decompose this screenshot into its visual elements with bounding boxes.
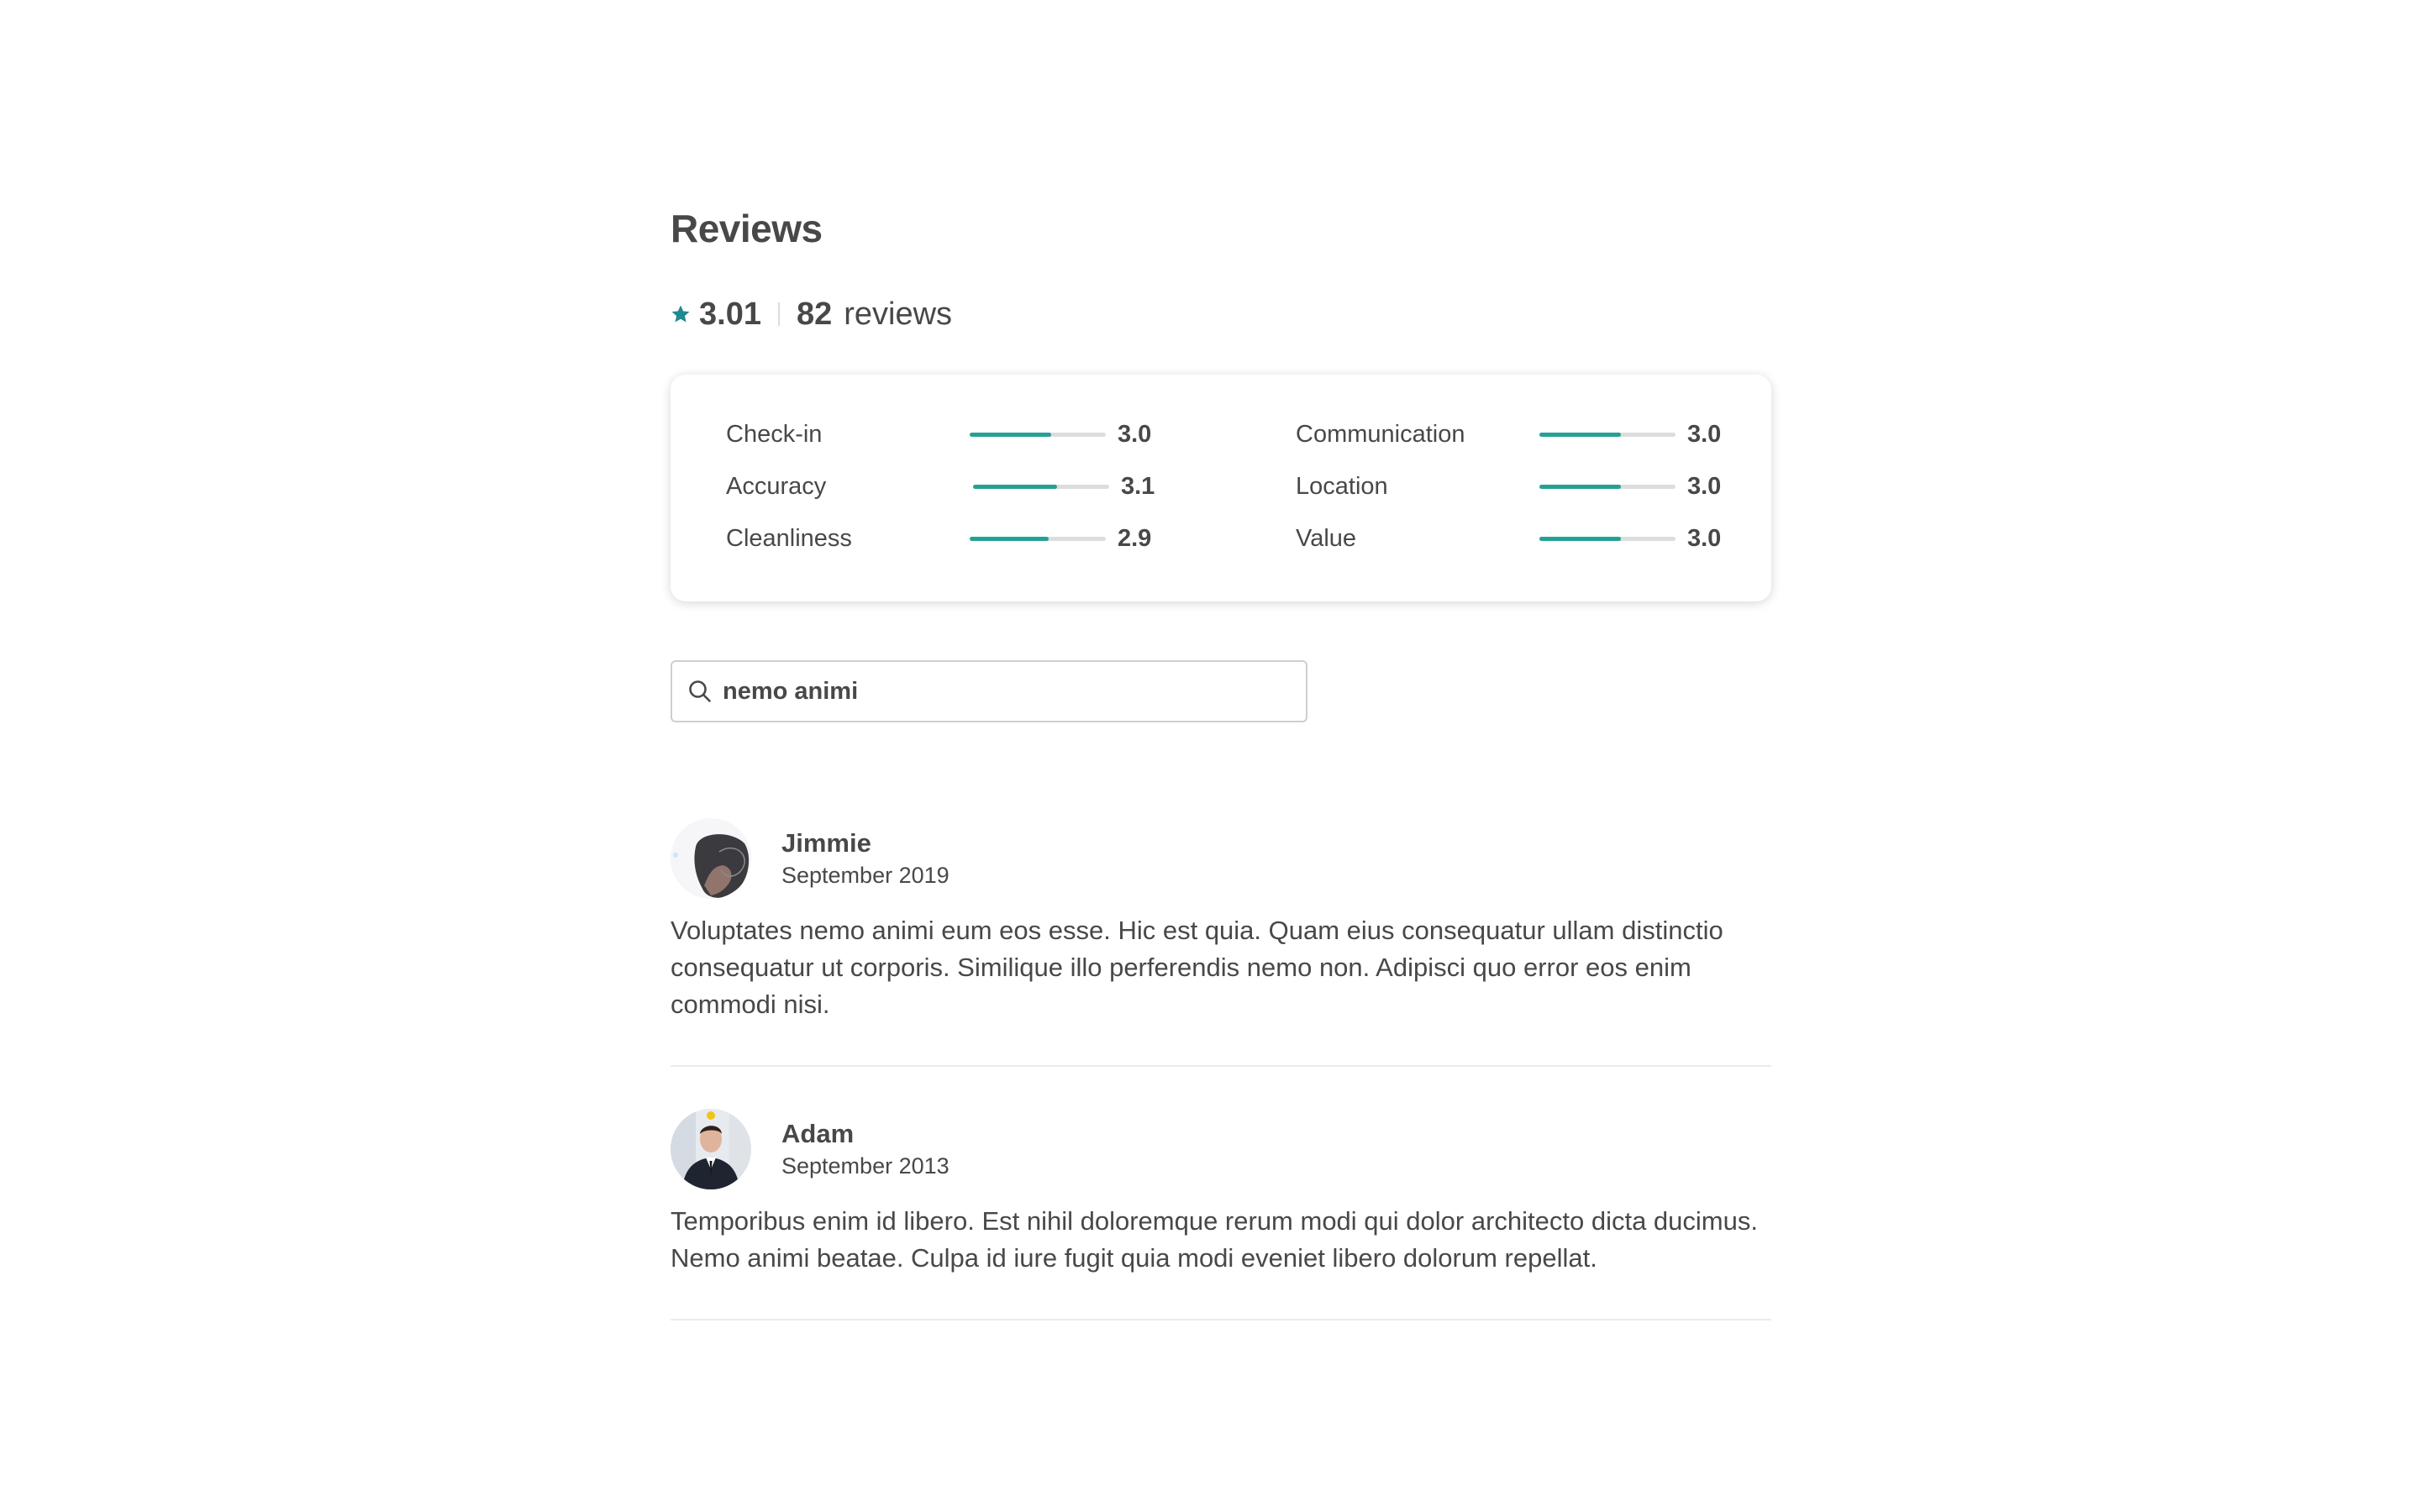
- reviewer-name: Jimmie: [781, 828, 871, 858]
- reviewer-name: Adam: [781, 1119, 855, 1148]
- rating-bar-fill: [1539, 484, 1622, 489]
- rating-value: 3.1: [1121, 472, 1155, 500]
- rating-row-communication: Communication 3.0: [1296, 408, 1724, 460]
- review-search-input[interactable]: [723, 677, 1277, 706]
- rating-bar: [970, 536, 1106, 541]
- rating-bar: [1539, 432, 1676, 437]
- average-rating: 3.01: [699, 296, 761, 332]
- rating-bar-fill: [973, 484, 1058, 489]
- rating-bar-fill: [1539, 536, 1622, 541]
- ratings-left-column: Check-in 3.0 Accuracy 3.1 Cleanliness 2.…: [726, 408, 1158, 601]
- rating-label: Value: [1296, 524, 1357, 552]
- rating-label: Cleanliness: [726, 524, 852, 552]
- review-search-box[interactable]: [671, 660, 1307, 722]
- rating-row-location: Location 3.0: [1296, 460, 1724, 512]
- rating-label: Accuracy: [726, 472, 827, 500]
- rating-row-checkin: Check-in 3.0: [726, 408, 1158, 460]
- reviews-heading: Reviews: [671, 207, 823, 250]
- category-ratings-card: Check-in 3.0 Accuracy 3.1 Cleanliness 2.…: [671, 375, 1771, 601]
- review-header: Adam September 2013: [671, 1109, 1771, 1189]
- avatar[interactable]: [671, 818, 751, 899]
- avatar[interactable]: [671, 1109, 751, 1189]
- star-icon: [671, 305, 690, 323]
- review-text: Voluptates nemo animi eum eos esse. Hic …: [671, 916, 1723, 1019]
- rating-bar: [973, 484, 1109, 489]
- rating-value: 3.0: [1118, 420, 1152, 448]
- review-text: Temporibus enim id libero. Est nihil dol…: [671, 1206, 1758, 1273]
- ratings-right-column: Communication 3.0 Location 3.0 Value 3.0: [1296, 408, 1724, 601]
- rating-value: 3.0: [1687, 524, 1722, 552]
- reviews-section: Reviews 3.01 82 reviews Check-in 3.0 Acc…: [671, 203, 1771, 1362]
- review-item: Adam September 2013 Temporibus enim id l…: [671, 1109, 1771, 1320]
- rating-label: Communication: [1296, 420, 1465, 448]
- rating-value: 3.0: [1687, 420, 1722, 448]
- review-list: Jimmie September 2019 Voluptates nemo an…: [671, 818, 1771, 1320]
- rating-row-accuracy: Accuracy 3.1: [726, 460, 1158, 512]
- rating-summary: 3.01 82 reviews: [671, 289, 1771, 339]
- rating-value: 2.9: [1118, 524, 1152, 552]
- review-author: Adam September 2013: [781, 1117, 950, 1181]
- review-author: Jimmie September 2019: [781, 827, 950, 890]
- review-count: 82: [796, 296, 833, 332]
- rating-bar-fill: [970, 536, 1049, 541]
- summary-divider: [777, 302, 780, 326]
- rating-row-cleanliness: Cleanliness 2.9: [726, 512, 1158, 564]
- rating-row-value: Value 3.0: [1296, 512, 1724, 564]
- review-date: September 2019: [781, 863, 950, 888]
- review-header: Jimmie September 2019: [671, 818, 1771, 899]
- rating-bar: [970, 432, 1106, 437]
- rating-bar: [1539, 484, 1676, 489]
- review-date: September 2013: [781, 1153, 950, 1179]
- rating-bar-fill: [970, 432, 1052, 437]
- rating-value: 3.0: [1687, 472, 1722, 500]
- review-item: Jimmie September 2019 Voluptates nemo an…: [671, 818, 1771, 1067]
- rating-label: Location: [1296, 472, 1388, 500]
- rating-label: Check-in: [726, 420, 823, 448]
- search-icon: [689, 680, 711, 702]
- rating-bar: [1539, 536, 1676, 541]
- rating-bar-fill: [1539, 432, 1622, 437]
- review-count-label: reviews: [844, 296, 953, 332]
